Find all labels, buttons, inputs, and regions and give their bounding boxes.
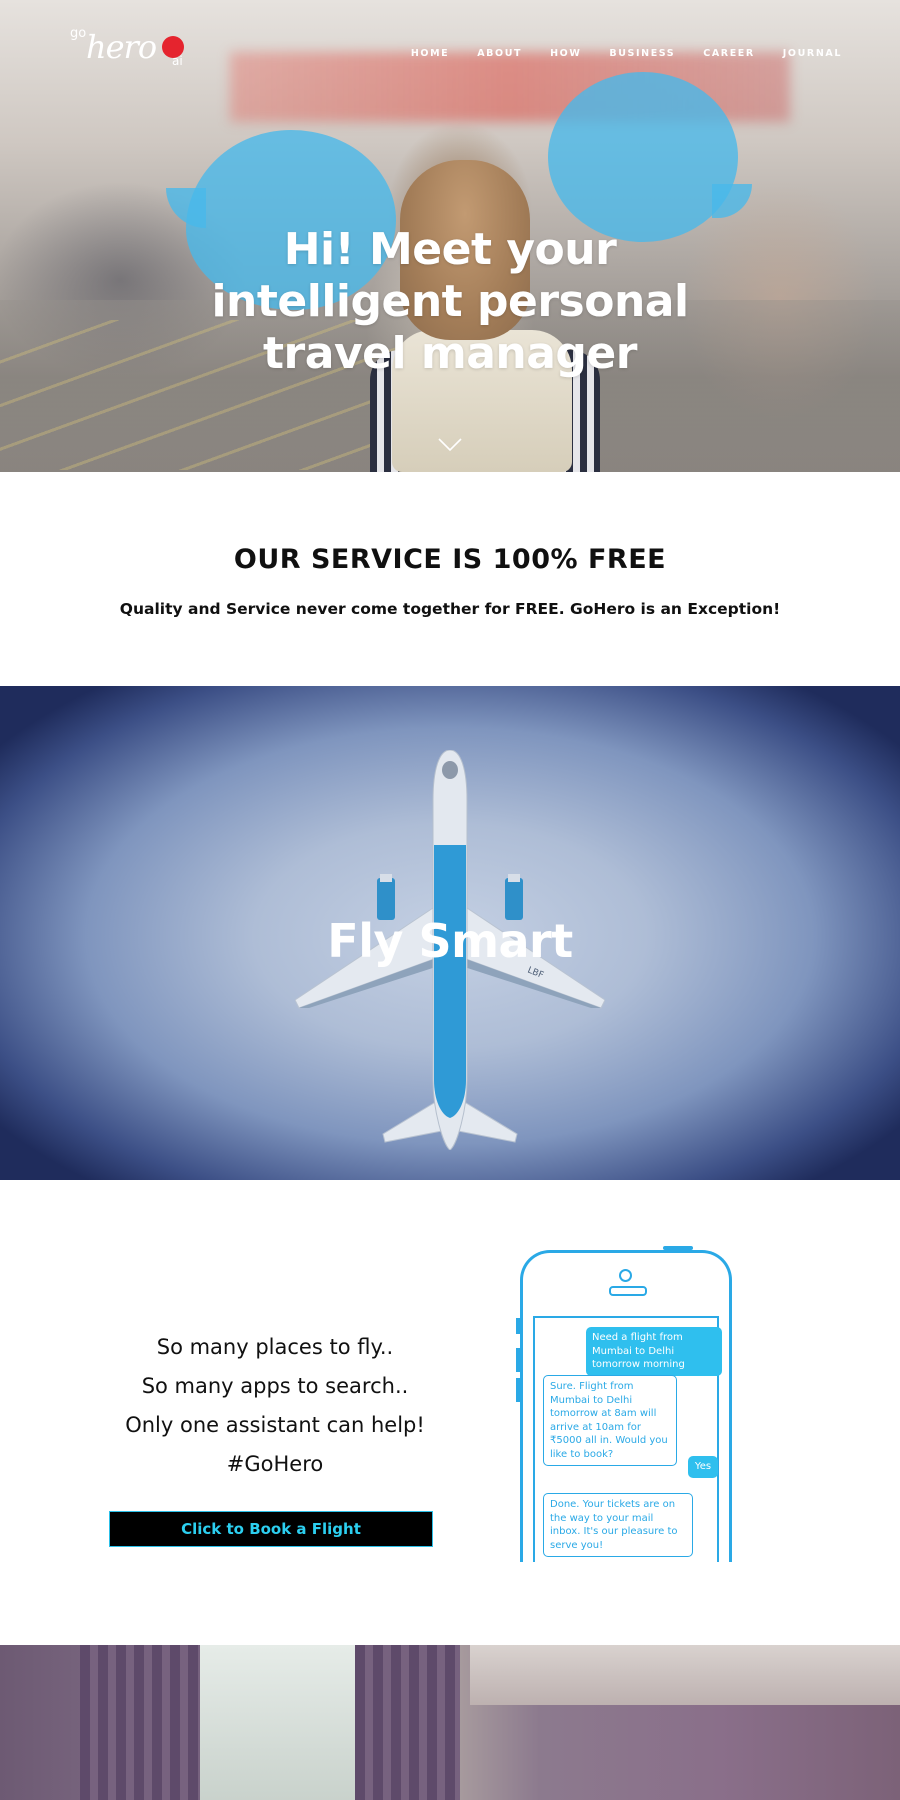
free-service-title: OUR SERVICE IS 100% FREE (233, 544, 667, 575)
hero-section: go hero ai HOME ABOUT HOW BUSINESS CAREE… (0, 0, 900, 472)
logo-go-text: go (70, 26, 87, 41)
room-window (200, 1645, 370, 1800)
nav-journal[interactable]: JOURNAL (783, 48, 842, 59)
pitch-hashtag: #GoHero (226, 1452, 324, 1476)
phone-mockup: Need a flight from Mumbai to Delhi tomor… (516, 1246, 732, 1562)
room-curtain (355, 1645, 460, 1800)
nav-about[interactable]: ABOUT (477, 48, 522, 59)
pitch-text: So many places to fly.. So many apps to … (90, 1328, 460, 1484)
nav-home[interactable]: HOME (411, 48, 449, 59)
phone-speaker-icon (609, 1286, 647, 1296)
fly-smart-section: LBF Fly Smart (0, 686, 900, 1180)
phone-volume-up (516, 1348, 520, 1372)
room-ceiling (470, 1645, 900, 1705)
hotel-room-section (0, 1645, 900, 1800)
nav-career[interactable]: CAREER (703, 48, 755, 59)
hero-title-line: Hi! Meet your (283, 224, 617, 275)
pitch-line: So many apps to search.. (141, 1374, 409, 1398)
logo-hero-text: hero (86, 28, 157, 66)
logo-ai-text: ai (172, 54, 183, 68)
phone-volume-down (516, 1378, 520, 1402)
room-curtain (80, 1645, 200, 1800)
hero-title: Hi! Meet your intelligent personal trave… (0, 224, 900, 380)
book-flight-button[interactable]: Click to Book a Flight (109, 1511, 433, 1547)
chat-message-user: Need a flight from Mumbai to Delhi tomor… (586, 1327, 722, 1376)
free-service-subtitle: Quality and Service never come together … (119, 600, 781, 618)
phone-power-button (663, 1246, 693, 1250)
chat-message-bot: Done. Your tickets are on the way to you… (543, 1493, 693, 1557)
main-nav: HOME ABOUT HOW BUSINESS CAREER JOURNAL (383, 48, 842, 59)
pitch-line: Only one assistant can help! (125, 1413, 425, 1437)
hero-title-line: travel manager (263, 328, 637, 379)
phone-mute-switch (516, 1318, 520, 1334)
phone-camera-icon (619, 1269, 632, 1282)
chat-message-bot: Sure. Flight from Mumbai to Delhi tomorr… (543, 1375, 677, 1466)
gohero-logo[interactable]: go hero ai (70, 24, 190, 70)
fly-smart-title: Fly Smart (327, 914, 573, 968)
nav-business[interactable]: BUSINESS (609, 48, 675, 59)
chat-screen: Need a flight from Mumbai to Delhi tomor… (533, 1316, 722, 1562)
speech-bubble-right (548, 72, 752, 242)
hero-title-line: intelligent personal (211, 276, 689, 327)
nav-how[interactable]: HOW (550, 48, 581, 59)
chevron-down-icon[interactable] (438, 438, 462, 452)
page: go hero ai HOME ABOUT HOW BUSINESS CAREE… (0, 0, 900, 1800)
pitch-line: So many places to fly.. (156, 1335, 394, 1359)
chat-message-user: Yes (688, 1456, 718, 1478)
